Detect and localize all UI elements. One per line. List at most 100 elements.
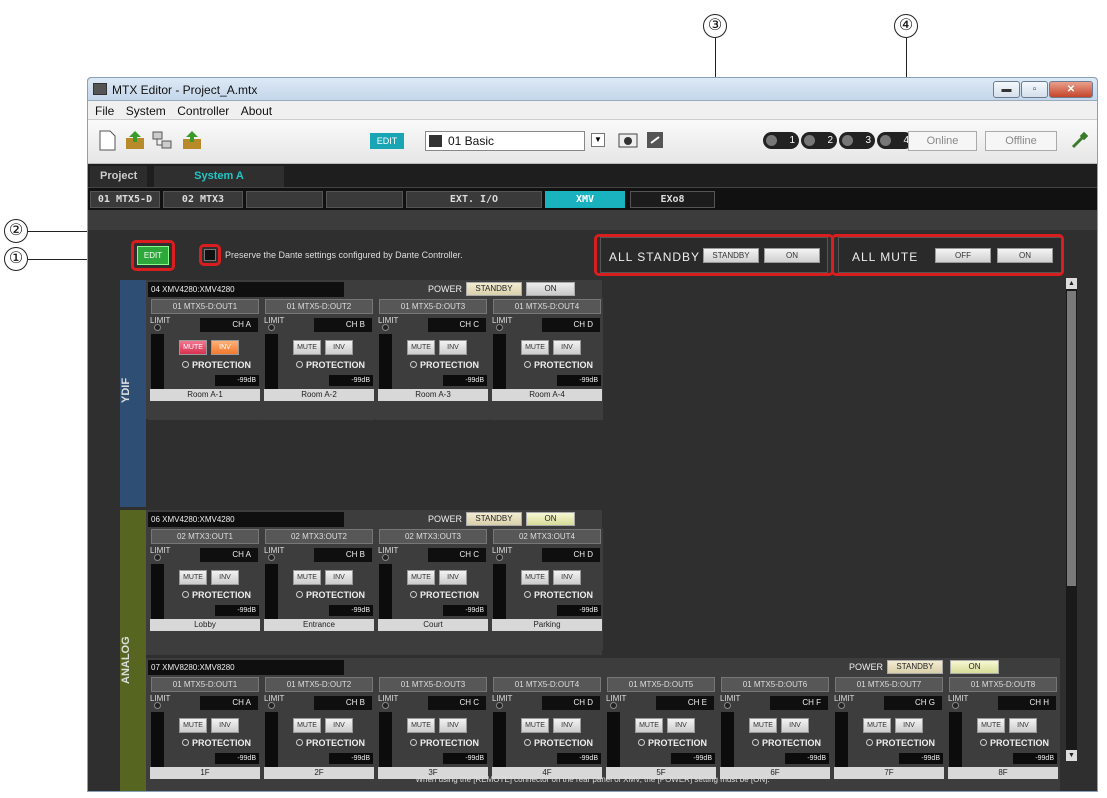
- mute-button[interactable]: MUTE: [521, 718, 549, 733]
- menu-about[interactable]: About: [241, 104, 272, 118]
- source-select[interactable]: 01 MTX5-D:OUT2: [265, 677, 373, 692]
- invert-button[interactable]: INV: [1009, 718, 1037, 733]
- source-select[interactable]: 01 MTX5-D:OUT5: [607, 677, 715, 692]
- source-select[interactable]: 01 MTX5-D:OUT4: [493, 299, 601, 314]
- source-select[interactable]: 01 MTX5-D:OUT2: [265, 299, 373, 314]
- network-setup-icon[interactable]: [151, 129, 173, 151]
- source-select[interactable]: 01 MTX5-D:OUT1: [151, 677, 259, 692]
- invert-button[interactable]: INV: [211, 570, 239, 585]
- channel-name: CH A: [200, 548, 258, 562]
- mute-button[interactable]: MUTE: [863, 718, 891, 733]
- scene-dropdown-button[interactable]: ▼: [591, 133, 605, 147]
- source-select[interactable]: 01 MTX5-D:OUT6: [721, 677, 829, 692]
- invert-button[interactable]: INV: [325, 570, 353, 585]
- mute-button[interactable]: MUTE: [407, 718, 435, 733]
- invert-button[interactable]: INV: [211, 718, 239, 733]
- menu-system[interactable]: System: [126, 104, 166, 118]
- mute-button[interactable]: MUTE: [407, 340, 435, 355]
- invert-button[interactable]: INV: [553, 570, 581, 585]
- mute-button[interactable]: MUTE: [293, 718, 321, 733]
- scroll-thumb[interactable]: [1067, 291, 1076, 586]
- source-select[interactable]: 01 MTX5-D:OUT1: [151, 299, 259, 314]
- remote-connector-note: When using the [REMOTE] connector on the…: [415, 775, 770, 784]
- mute-button[interactable]: MUTE: [293, 570, 321, 585]
- unit-tab-7[interactable]: EXo8: [630, 191, 715, 208]
- source-select[interactable]: 02 MTX3:OUT4: [493, 529, 601, 544]
- preset-pill-3[interactable]: 3: [839, 132, 875, 149]
- unit-tab-1[interactable]: 01 MTX5-D: [90, 191, 160, 208]
- camera-icon[interactable]: [618, 131, 638, 149]
- invert-button[interactable]: INV: [895, 718, 923, 733]
- preset-pill-2[interactable]: 2: [801, 132, 837, 149]
- source-select[interactable]: 02 MTX3:OUT2: [265, 529, 373, 544]
- unit-tab-5[interactable]: EXT. I/O: [406, 191, 542, 208]
- invert-button[interactable]: INV: [667, 718, 695, 733]
- mute-button[interactable]: MUTE: [521, 340, 549, 355]
- vertical-scrollbar[interactable]: ▲ ▼: [1066, 278, 1077, 761]
- scroll-up-arrow[interactable]: ▲: [1066, 278, 1077, 289]
- minimize-button[interactable]: ▬: [993, 81, 1020, 98]
- source-select[interactable]: 02 MTX3:OUT1: [151, 529, 259, 544]
- limit-led: [496, 554, 503, 561]
- scene-select[interactable]: 01 Basic: [425, 131, 585, 151]
- invert-button[interactable]: INV: [553, 340, 581, 355]
- mute-button[interactable]: MUTE: [521, 570, 549, 585]
- source-select[interactable]: 01 MTX5-D:OUT3: [379, 677, 487, 692]
- scroll-down-arrow[interactable]: ▼: [1066, 750, 1077, 761]
- connection-plug-icon[interactable]: [1070, 130, 1090, 150]
- preset-pill-1[interactable]: 1: [763, 132, 799, 149]
- online-button[interactable]: Online: [908, 131, 977, 151]
- invert-button[interactable]: INV: [325, 340, 353, 355]
- tab-project[interactable]: Project: [90, 166, 148, 187]
- mute-button[interactable]: MUTE: [293, 340, 321, 355]
- upload-icon[interactable]: [181, 129, 203, 151]
- mute-button[interactable]: MUTE: [635, 718, 663, 733]
- new-file-icon[interactable]: [96, 129, 118, 151]
- source-select[interactable]: 01 MTX5-D:OUT7: [835, 677, 943, 692]
- standby-button[interactable]: STANDBY: [887, 660, 943, 674]
- standby-button[interactable]: STANDBY: [466, 282, 522, 296]
- unit-tab-3[interactable]: [246, 191, 323, 208]
- maximize-button[interactable]: ▫: [1021, 81, 1048, 98]
- source-select[interactable]: 01 MTX5-D:OUT4: [493, 677, 601, 692]
- standby-button[interactable]: STANDBY: [466, 512, 522, 526]
- power-on-button[interactable]: ON: [526, 282, 575, 296]
- power-on-button[interactable]: ON: [950, 660, 999, 674]
- channel-name: CH A: [200, 696, 258, 710]
- callout-4: ④: [894, 14, 918, 38]
- offline-button[interactable]: Offline: [985, 131, 1057, 151]
- limit-led: [268, 324, 275, 331]
- mute-button[interactable]: MUTE: [749, 718, 777, 733]
- power-on-button[interactable]: ON: [526, 512, 575, 526]
- unit-tab-6[interactable]: XMV: [545, 191, 625, 208]
- menu-file[interactable]: File: [95, 104, 114, 118]
- source-select[interactable]: 01 MTX5-D:OUT8: [949, 677, 1057, 692]
- channel-label: Room A-2: [264, 389, 374, 401]
- invert-button[interactable]: INV: [553, 718, 581, 733]
- invert-button[interactable]: INV: [439, 570, 467, 585]
- invert-button[interactable]: INV: [211, 340, 239, 355]
- menu-controller[interactable]: Controller: [177, 104, 229, 118]
- mute-button[interactable]: MUTE: [977, 718, 1005, 733]
- close-button[interactable]: ✕: [1049, 81, 1093, 98]
- tab-system-a[interactable]: System A: [154, 166, 284, 187]
- xmv-panel: EDIT Preserve the Dante settings configu…: [88, 230, 1097, 791]
- protection-indicator: PROTECTION: [980, 738, 1049, 748]
- mute-button[interactable]: MUTE: [179, 340, 207, 355]
- unit-tab-4[interactable]: [326, 191, 403, 208]
- mute-button[interactable]: MUTE: [179, 570, 207, 585]
- invert-button[interactable]: INV: [439, 718, 467, 733]
- mute-button[interactable]: MUTE: [179, 718, 207, 733]
- open-file-icon[interactable]: [124, 129, 146, 151]
- channel-strip: 02 MTX3:OUT2 LIMIT CH B MUTE INV PROTECTION -9…: [262, 528, 375, 650]
- source-select[interactable]: 02 MTX3:OUT3: [379, 529, 487, 544]
- source-select[interactable]: 01 MTX5-D:OUT3: [379, 299, 487, 314]
- invert-button[interactable]: INV: [439, 340, 467, 355]
- mute-button[interactable]: MUTE: [407, 570, 435, 585]
- unit-tab-2[interactable]: 02 MTX3: [163, 191, 243, 208]
- limit-led: [610, 702, 617, 709]
- invert-button[interactable]: INV: [325, 718, 353, 733]
- invert-button[interactable]: INV: [781, 718, 809, 733]
- device-name: 07 XMV8280:XMV8280: [148, 660, 344, 675]
- link-icon[interactable]: [646, 131, 664, 149]
